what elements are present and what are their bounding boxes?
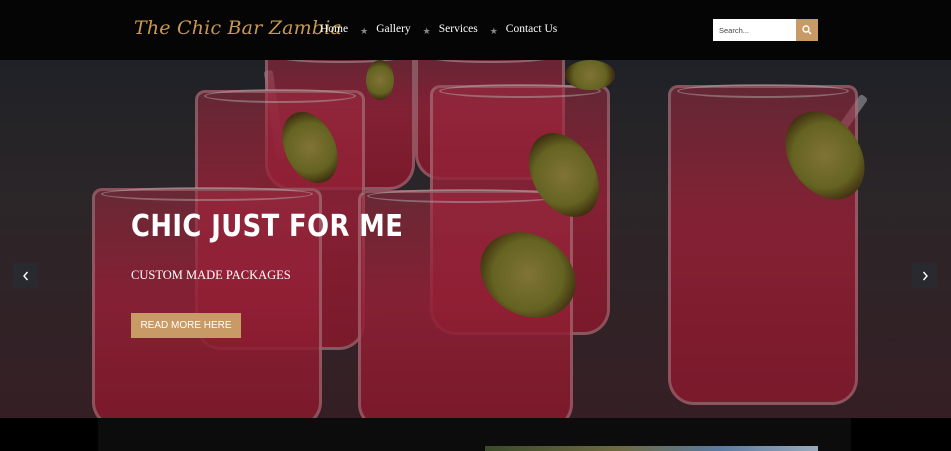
content-section [0,418,951,451]
star-separator-icon: ★ [489,25,498,36]
main-nav: Home ★ Gallery ★ Services ★ Contact Us [320,23,557,36]
search-button[interactable] [796,19,818,41]
chevron-right-icon [922,271,928,280]
star-separator-icon: ★ [360,25,369,36]
chevron-left-icon [22,271,28,280]
site-logo[interactable]: The Chic Bar Zambia [134,17,342,39]
slider-prev-button[interactable] [13,263,38,288]
nav-gallery[interactable]: Gallery [376,23,410,35]
hero-slider: CHIC JUST FOR ME CUSTOM MADE PACKAGES RE… [0,60,951,418]
read-more-button[interactable]: READ MORE HERE [131,313,241,338]
hero-title: CHIC JUST FOR ME [131,209,404,244]
search-input[interactable] [713,19,796,41]
nav-home[interactable]: Home [320,23,348,35]
slider-next-button[interactable] [912,263,937,288]
nav-services[interactable]: Services [439,23,478,35]
content-image [485,446,818,451]
nav-contact-us[interactable]: Contact Us [506,23,557,35]
hero-subtitle: CUSTOM MADE PACKAGES [131,268,291,282]
search-form [713,19,818,41]
site-header: The Chic Bar Zambia Home ★ Gallery ★ Ser… [0,0,951,60]
star-separator-icon: ★ [422,25,431,36]
search-icon [802,25,812,35]
